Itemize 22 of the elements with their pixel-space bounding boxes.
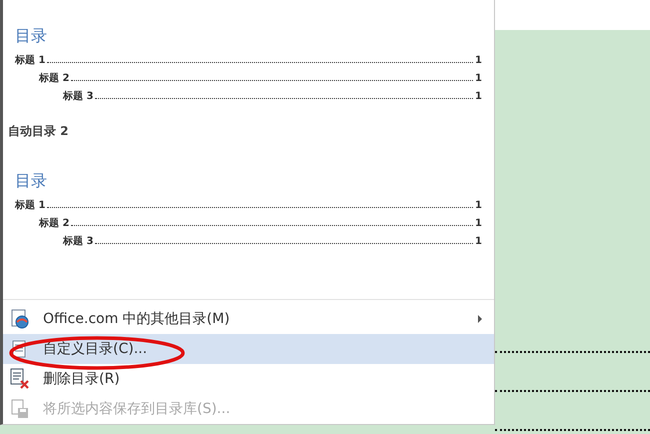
menu-item[interactable]: 自定义目录(C)... [3, 334, 494, 364]
page-number: 1 [475, 236, 482, 247]
menu-item[interactable]: 删除目录(R) [3, 364, 494, 394]
page-number: 1 [475, 91, 482, 102]
page-number: 1 [475, 200, 482, 211]
toc-entry-label: 标题 2 [39, 72, 70, 85]
toc-entry-label: 标题 3 [63, 234, 94, 248]
globe-document-icon [10, 309, 30, 329]
gallery-caption: 自动目录 2 [7, 123, 69, 140]
delete-document-icon [9, 368, 31, 390]
toc-entry-label: 标题 1 [15, 198, 46, 212]
page-number: 1 [475, 73, 482, 84]
toc-entry-label: 标题 3 [63, 90, 94, 103]
save-document-icon [10, 399, 30, 419]
submenu-arrow-icon [478, 315, 482, 323]
toc-entry-label: 标题 2 [39, 216, 70, 230]
toc-entry-label: 标题 1 [15, 54, 46, 67]
page-number: 1 [475, 218, 482, 229]
menu-item[interactable]: Office.com 中的其他目录(M) [3, 304, 494, 334]
toc-heading: 目录 [14, 26, 47, 47]
page-number: 1 [475, 55, 482, 66]
toc-heading: 目录 [14, 171, 47, 192]
